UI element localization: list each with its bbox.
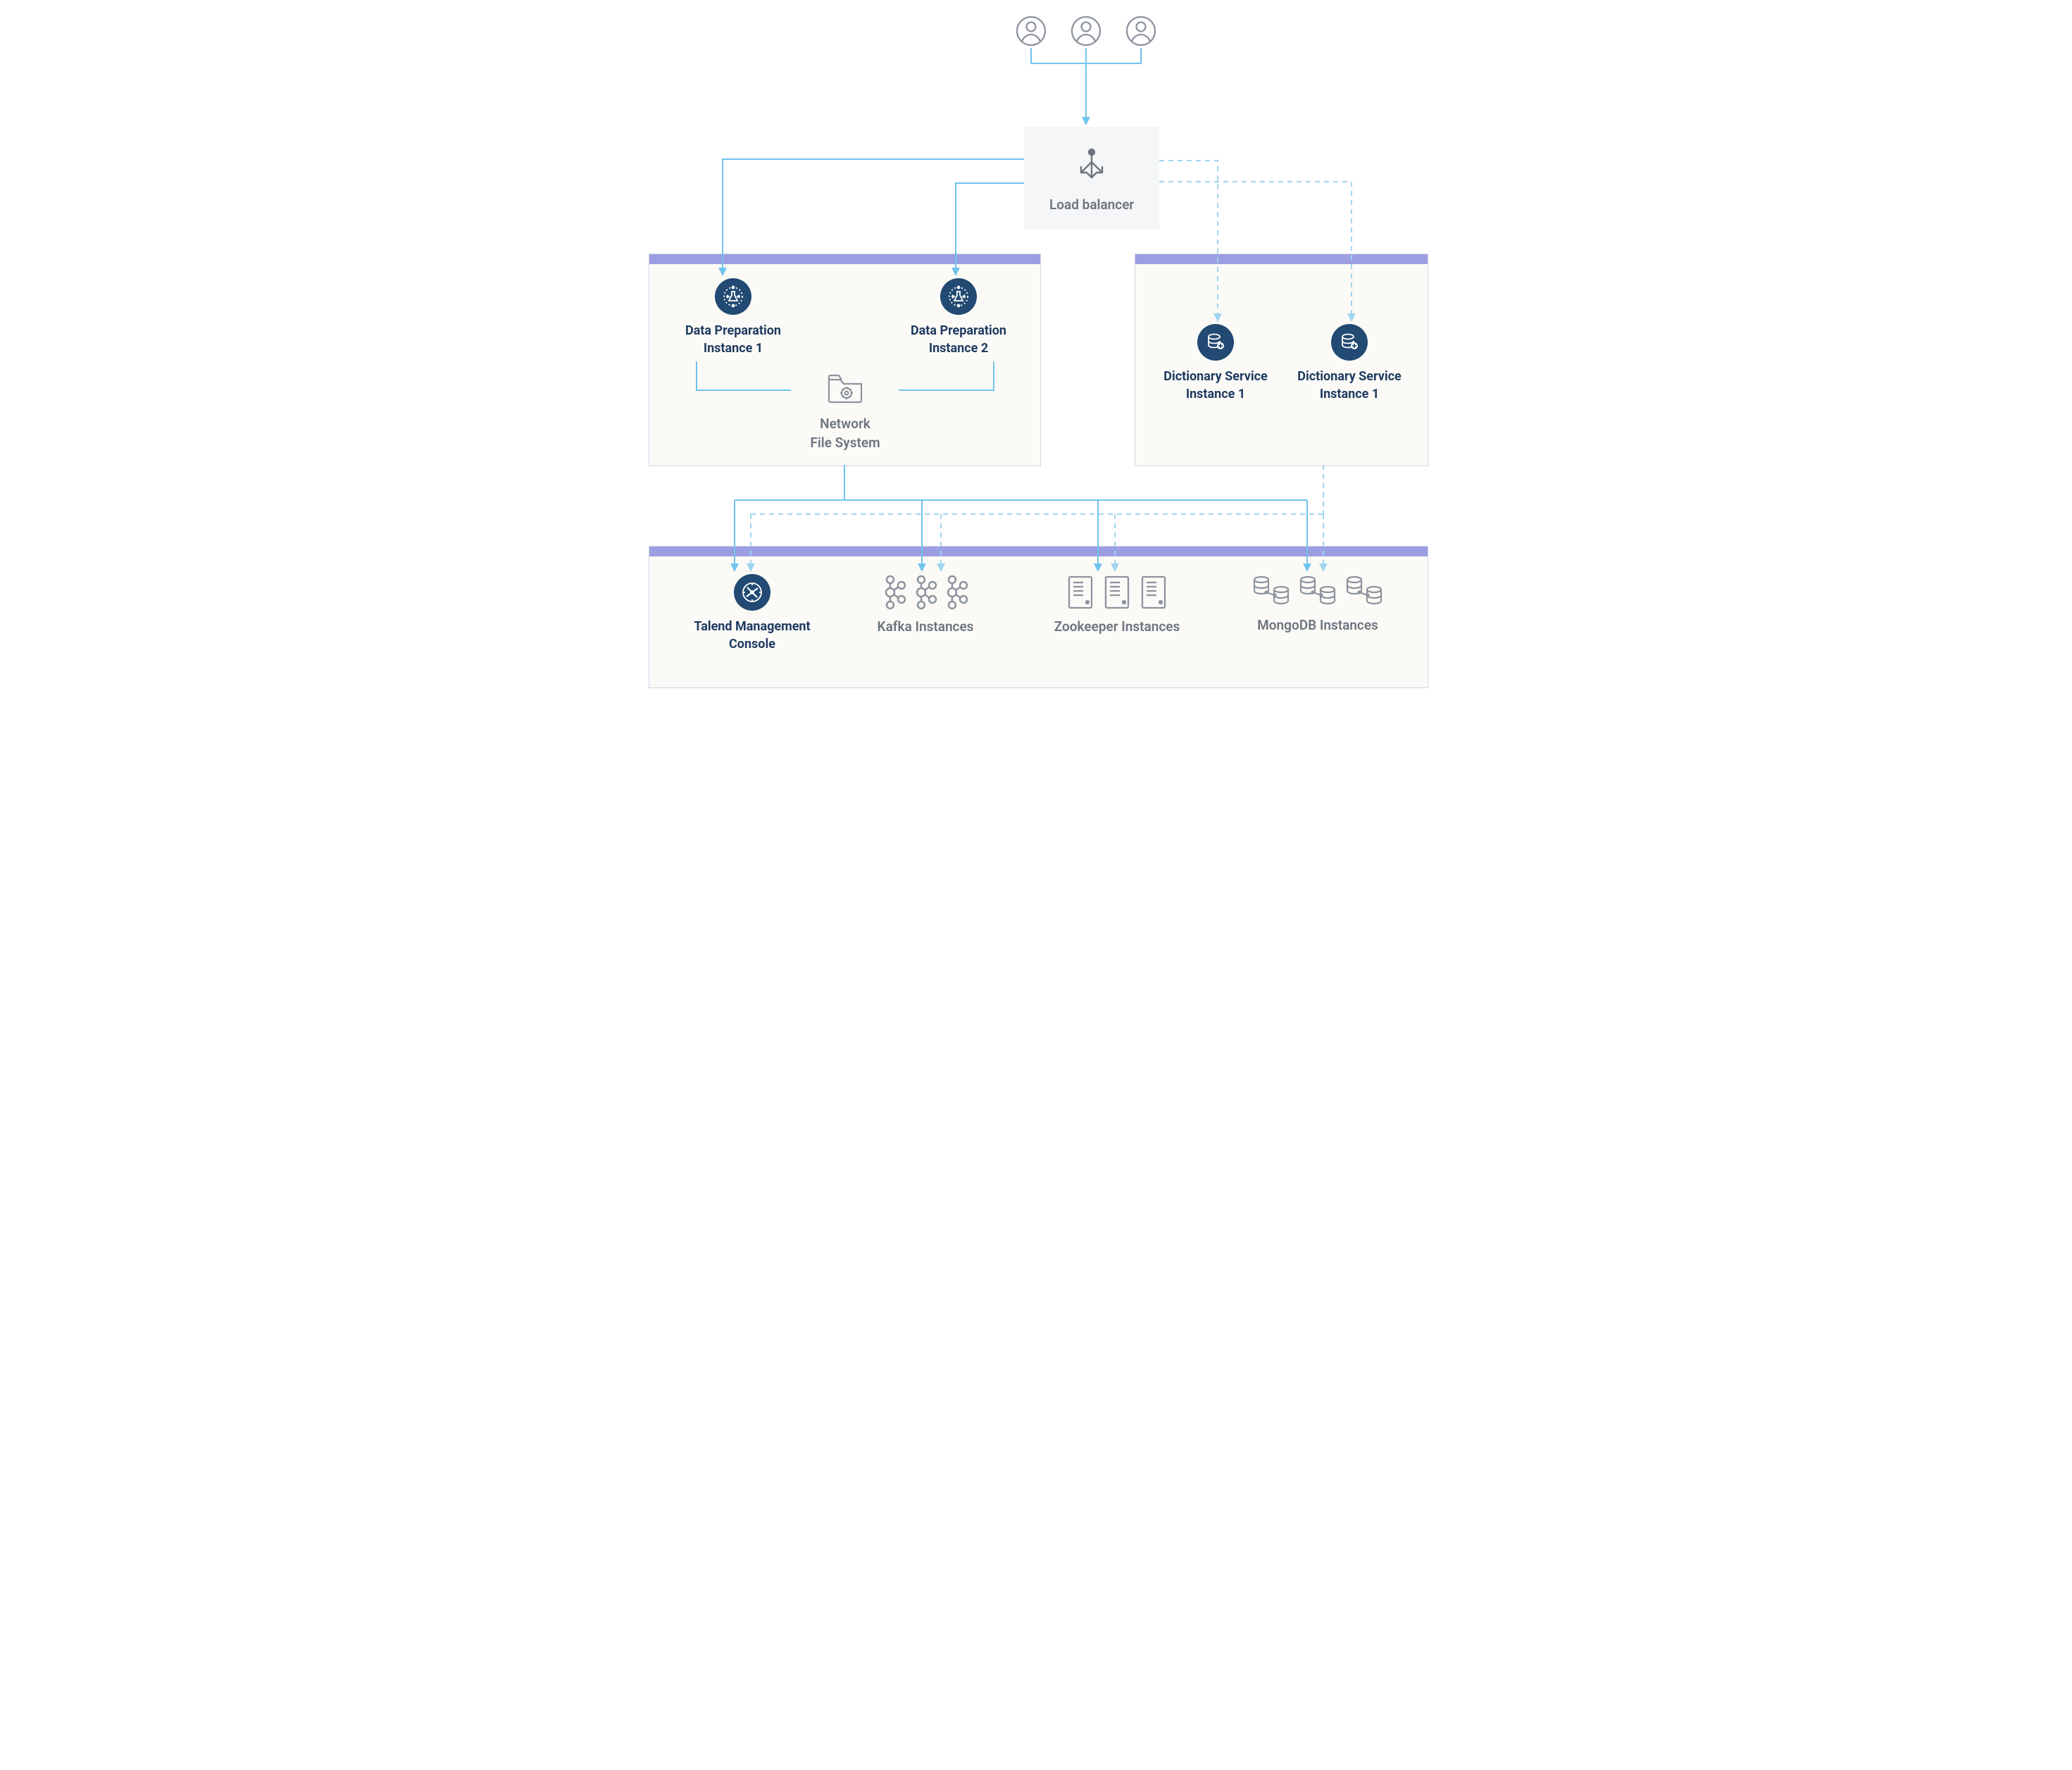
zookeeper-label: Zookeeper Instances (1054, 618, 1180, 637)
database-plus-icon (1197, 324, 1234, 361)
flask-icon (715, 278, 751, 315)
db-cluster-icon (1251, 574, 1385, 609)
nfs-label: NetworkFile System (810, 415, 880, 452)
nfs: NetworkFile System (792, 371, 898, 452)
dict-2-label: Dictionary ServiceInstance 1 (1297, 368, 1401, 403)
tmc-label: Talend ManagementConsole (694, 618, 810, 653)
compass-icon (734, 574, 770, 611)
user-icon (1125, 15, 1156, 49)
flask-icon (940, 278, 977, 315)
users-row (1016, 15, 1156, 49)
mongodb: MongoDB Instances (1240, 574, 1395, 635)
load-balancer-icon (1073, 145, 1111, 186)
database-plus-icon (1331, 324, 1368, 361)
mongodb-label: MongoDB Instances (1257, 616, 1378, 635)
tmc: Talend ManagementConsole (685, 574, 819, 653)
dict-1: Dictionary ServiceInstance 1 (1156, 324, 1275, 403)
data-prep-2-label: Data PreparationInstance 2 (911, 322, 1006, 357)
user-icon (1071, 15, 1101, 49)
data-prep-1-label: Data PreparationInstance 1 (685, 322, 781, 357)
data-prep-1: Data PreparationInstance 1 (677, 278, 790, 357)
kafka-label: Kafka Instances (878, 618, 974, 637)
load-balancer-label: Load balancer (1049, 196, 1134, 215)
kafka-icon (882, 574, 968, 611)
dict-1-label: Dictionary ServiceInstance 1 (1163, 368, 1267, 403)
kafka: Kafka Instances (866, 574, 985, 637)
server-icon (1066, 574, 1168, 611)
data-prep-2: Data PreparationInstance 2 (902, 278, 1015, 357)
load-balancer: Load balancer (1024, 127, 1159, 229)
folder-gear-icon (825, 371, 865, 408)
dict-2: Dictionary ServiceInstance 1 (1290, 324, 1409, 403)
zookeeper: Zookeeper Instances (1043, 574, 1191, 637)
user-icon (1016, 15, 1047, 49)
